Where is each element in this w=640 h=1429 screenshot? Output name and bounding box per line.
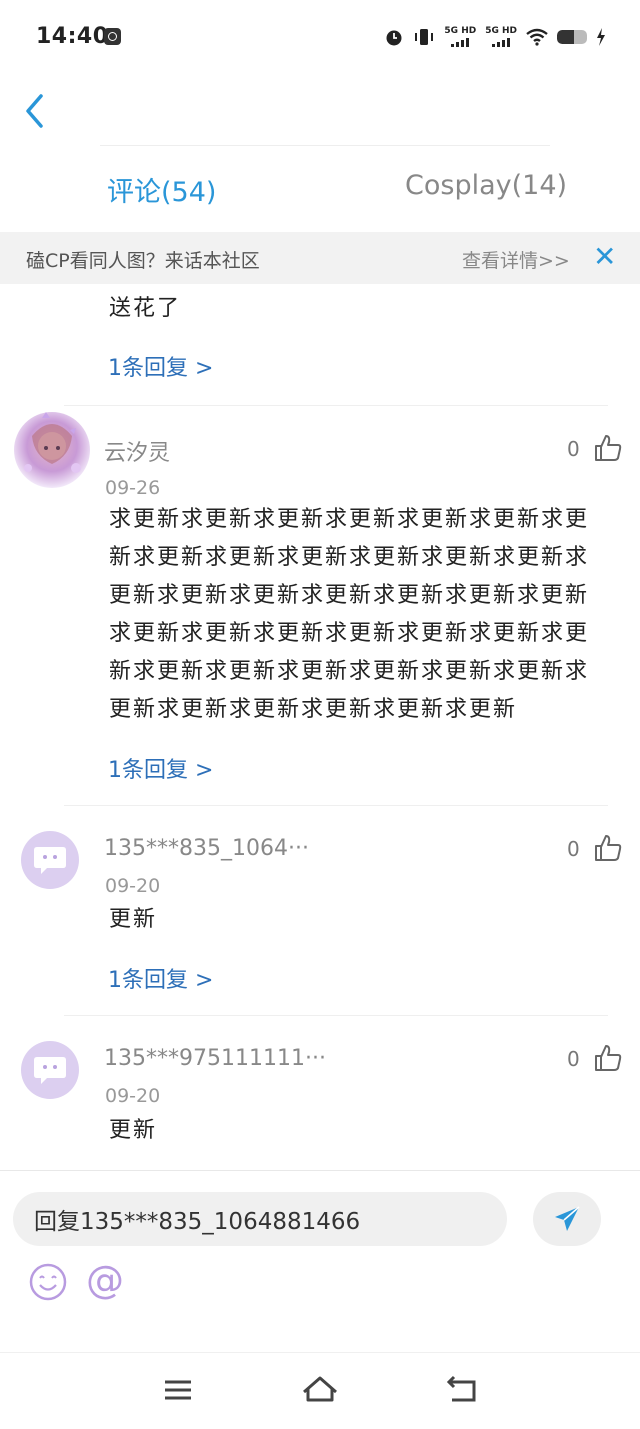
menu-icon [165,1380,191,1400]
comment-body: 更新 [109,907,158,932]
banner-close-button[interactable]: ✕ [593,240,616,273]
menu-button[interactable] [158,1372,198,1408]
comment-username[interactable]: 云汐灵 [104,435,170,467]
back-button[interactable] [22,92,56,130]
avatar[interactable] [21,831,79,889]
default-avatar-icon [34,1057,66,1084]
back-nav-button[interactable] [442,1372,482,1408]
network-indicator-2: 5G HD [485,27,517,47]
banner-details-link[interactable]: 查看详情>> [462,246,570,273]
back-nav-icon [446,1375,476,1402]
send-icon [555,1206,580,1231]
comment-body: 更新 [109,1118,158,1143]
avatar[interactable] [21,1041,79,1099]
like-icon [595,835,622,861]
home-button[interactable] [300,1372,340,1408]
default-avatar-icon [34,847,66,874]
like-button[interactable] [593,1043,623,1073]
status-time: 14:40 [36,24,109,49]
header-divider [100,145,550,146]
replies-link[interactable]: 1条回复 > [108,752,213,784]
vibrate-icon [415,29,434,45]
status-icons: 5G HD 5G HD [384,24,606,50]
like-button[interactable] [593,433,623,463]
like-count: 0 [567,437,580,461]
comment-body: 求更新求更新求更新求更新求更新求更新求更新求更新求更新求更新求更新求更新求更新求… [109,507,590,722]
comment-divider [64,805,608,806]
like-button[interactable] [593,833,623,863]
home-icon [303,1376,337,1402]
tab-cosplay[interactable]: Cosplay(14) [405,170,567,201]
like-count: 0 [567,837,580,861]
send-button[interactable] [533,1192,601,1246]
comment-divider [64,405,608,406]
network-indicator-1: 5G HD [444,27,476,47]
battery-icon [557,30,587,44]
comment-date: 09-20 [105,1085,161,1107]
replies-link[interactable]: 1条回复 > [108,962,213,994]
comment-date: 09-20 [105,875,161,897]
reply-input[interactable] [13,1192,507,1246]
like-icon [595,435,622,461]
wifi-icon [526,28,548,46]
banner-text: 磕CP看同人图？来话本社区 [26,250,260,272]
comment-divider [64,1015,608,1016]
charging-icon [597,28,605,46]
mention-button[interactable]: @ [86,1258,124,1302]
comment-username[interactable]: 135***835_1064··· [104,836,309,861]
comment-date: 09-26 [105,477,161,499]
alarm-icon [386,30,402,46]
avatar[interactable] [12,406,92,492]
back-icon [26,94,43,128]
emoji-button[interactable] [28,1262,68,1302]
comment-username[interactable]: 135***975111111··· [104,1046,326,1071]
tab-comments[interactable]: 评论(54) [107,170,216,209]
replies-link[interactable]: 1条回复 > [108,350,213,382]
emoji-icon [29,1263,67,1301]
app-notification-icon [104,28,121,45]
comment-body: 送花了 [109,296,182,321]
like-icon [595,1045,622,1071]
like-count: 0 [567,1047,580,1071]
